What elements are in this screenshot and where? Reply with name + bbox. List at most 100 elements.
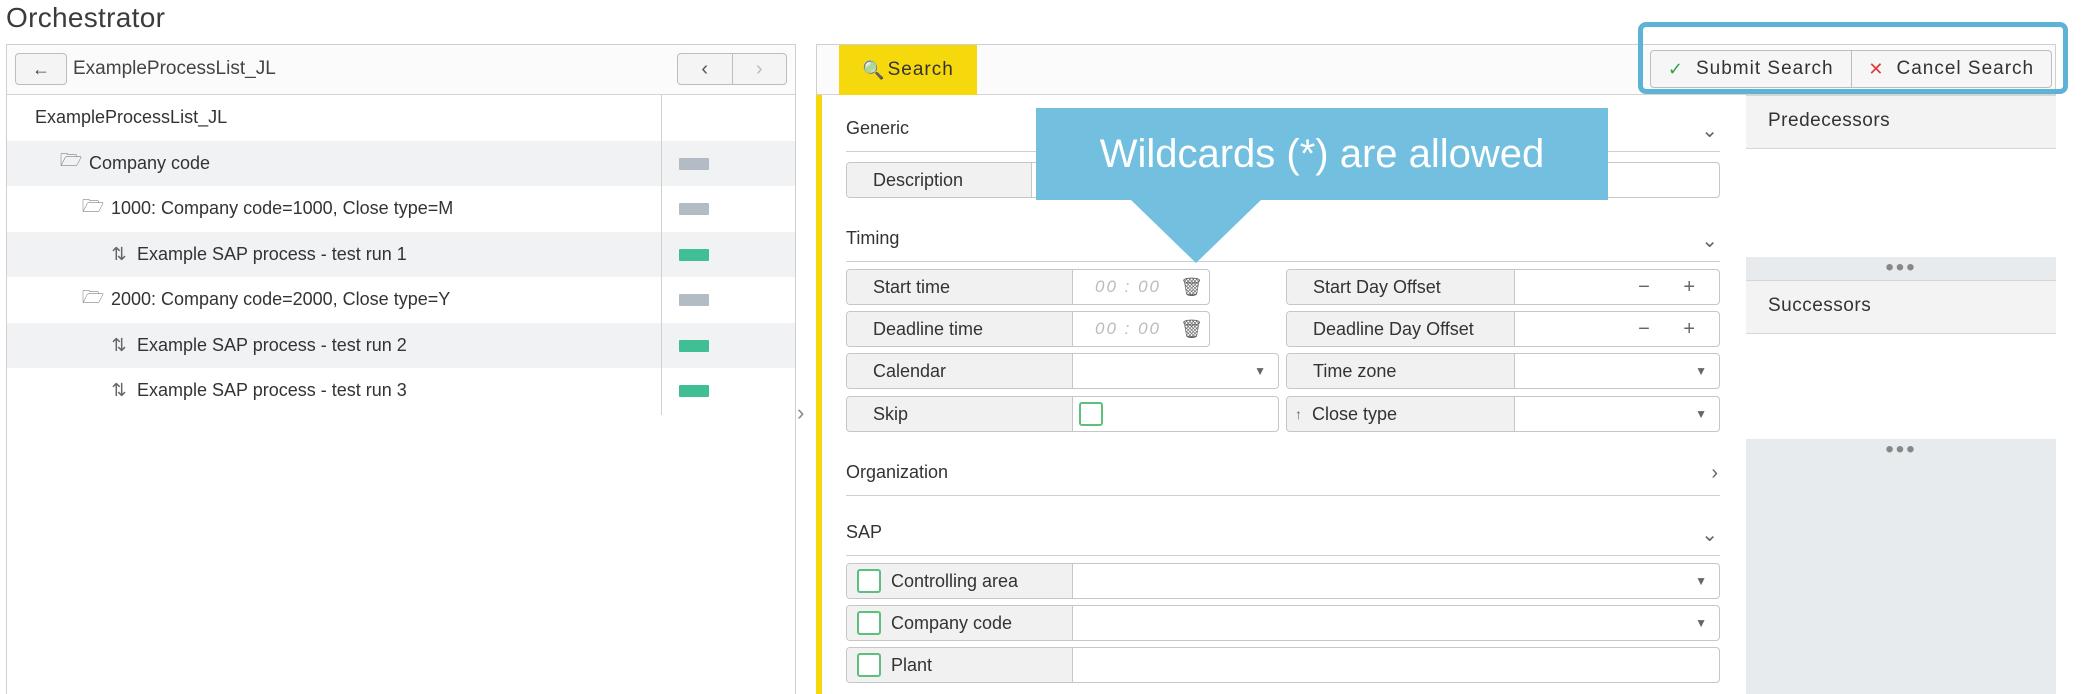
calendar-select[interactable]: ▼ bbox=[1073, 354, 1278, 388]
tooltip-arrow bbox=[1130, 199, 1262, 263]
previous-button[interactable]: ‹ bbox=[678, 54, 732, 84]
resize-handle[interactable]: ••• bbox=[1746, 438, 2056, 462]
tree-row-label: Company code bbox=[89, 152, 211, 173]
tree-column-divider bbox=[661, 95, 662, 415]
deadline-day-offset-field: Deadline Day Offset − + bbox=[1286, 311, 1720, 347]
pager-group: ‹ › bbox=[677, 53, 787, 85]
start-time-input[interactable]: 00 : 00 🗑 bbox=[1073, 270, 1209, 304]
time-placeholder: 00 : 00 bbox=[1095, 319, 1161, 338]
section-sap-label: SAP bbox=[846, 522, 883, 542]
controlling-area-select[interactable]: ▼ bbox=[1073, 564, 1719, 598]
section-organization[interactable]: Organization › bbox=[846, 462, 1720, 496]
controlling-area-checkbox[interactable] bbox=[857, 569, 881, 593]
caret-down-icon: ▼ bbox=[1695, 616, 1707, 630]
start-day-offset-field: Start Day Offset − + bbox=[1286, 269, 1720, 305]
close-icon: ✕ bbox=[1868, 58, 1885, 79]
caret-down-icon: ▼ bbox=[1695, 574, 1707, 588]
resize-handle[interactable]: ••• bbox=[1746, 256, 2056, 280]
caret-down-icon: ▼ bbox=[1695, 364, 1707, 378]
chevron-right-icon: › bbox=[1711, 462, 1718, 484]
successors-list bbox=[1746, 334, 2056, 439]
cancel-search-button[interactable]: ✕ Cancel Search bbox=[1850, 51, 2052, 87]
deadline-time-field: Deadline time 00 : 00 🗑 bbox=[846, 311, 1210, 347]
trash-icon[interactable]: 🗑 bbox=[1180, 319, 1203, 340]
tree-row[interactable]: ⇅ Example SAP process - test run 1 bbox=[7, 231, 795, 277]
description-label: Description bbox=[847, 163, 1032, 197]
chevron-down-icon: ⌄ bbox=[1701, 230, 1718, 252]
status-indicator bbox=[679, 385, 709, 397]
tree-row[interactable]: 🗁 2000: Company code=2000, Close type=Y bbox=[7, 277, 795, 323]
deadline-time-label: Deadline time bbox=[847, 312, 1073, 346]
status-indicator bbox=[679, 339, 709, 352]
check-icon: ✓ bbox=[1667, 58, 1684, 79]
chevron-down-icon: ⌄ bbox=[1701, 524, 1718, 546]
company-code-select[interactable]: ▼ bbox=[1073, 606, 1719, 640]
sort-icon: ↑ bbox=[1295, 406, 1302, 422]
close-type-label-text: Close type bbox=[1312, 403, 1398, 424]
next-button[interactable]: › bbox=[731, 54, 787, 84]
calendar-field: Calendar ▼ bbox=[846, 353, 1279, 389]
tab-search-label: Search bbox=[887, 59, 954, 80]
time-zone-field: Time zone ▼ bbox=[1286, 353, 1720, 389]
process-list-header: ← ExampleProcessList_JL ‹ › bbox=[7, 45, 795, 95]
time-placeholder: 00 : 00 bbox=[1095, 277, 1161, 296]
skip-checkbox[interactable] bbox=[1079, 402, 1103, 426]
company-code-text: Company code bbox=[891, 612, 1013, 633]
tree-row-label: ExampleProcessList_JL bbox=[35, 107, 228, 128]
deadline-day-offset-input[interactable]: − + bbox=[1515, 312, 1719, 346]
company-code-checkbox[interactable] bbox=[857, 611, 881, 635]
process-tree: ExampleProcessList_JL 🗁 Company code 🗁 1000:… bbox=[7, 95, 795, 414]
process-icon: ⇅ bbox=[111, 243, 127, 264]
app-title: Orchestrator bbox=[6, 2, 166, 33]
successors-header: Successors bbox=[1746, 280, 2056, 334]
process-icon: ⇅ bbox=[111, 380, 127, 401]
deadline-day-offset-label: Deadline Day Offset bbox=[1287, 312, 1515, 346]
plant-input[interactable] bbox=[1073, 648, 1719, 682]
close-type-select[interactable]: ▼ bbox=[1515, 397, 1719, 431]
close-type-field: ↑ Close type ▼ bbox=[1286, 396, 1720, 432]
tree-row[interactable]: ⇅ Example SAP process - test run 3 bbox=[7, 368, 795, 414]
stepper-icon[interactable]: − + bbox=[1638, 276, 1709, 299]
deadline-time-input[interactable]: 00 : 00 🗑 bbox=[1073, 312, 1209, 346]
back-button[interactable]: ← bbox=[15, 53, 67, 85]
skip-field: Skip bbox=[846, 396, 1279, 432]
tree-row-label: Example SAP process - test run 3 bbox=[137, 380, 407, 401]
plant-text: Plant bbox=[891, 654, 933, 675]
tab-search[interactable]: 🔍 Search bbox=[839, 45, 977, 95]
tree-row-label: Example SAP process - test run 2 bbox=[137, 334, 407, 355]
start-day-offset-input[interactable]: − + bbox=[1515, 270, 1719, 304]
trash-icon[interactable]: 🗑 bbox=[1180, 277, 1203, 298]
wildcard-tooltip: Wildcards (*) are allowed bbox=[1036, 108, 1608, 200]
section-sap[interactable]: SAP ⌄ bbox=[846, 522, 1720, 556]
section-timing[interactable]: Timing ⌄ bbox=[846, 228, 1720, 262]
process-icon: ⇅ bbox=[111, 334, 127, 355]
tree-row[interactable]: ⇅ Example SAP process - test run 2 bbox=[7, 322, 795, 368]
folder-icon: 🗁 bbox=[81, 195, 105, 216]
chevron-down-icon: ⌄ bbox=[1701, 120, 1718, 142]
stepper-icon[interactable]: − + bbox=[1638, 318, 1709, 341]
start-time-label: Start time bbox=[847, 270, 1073, 304]
plant-checkbox[interactable] bbox=[857, 653, 881, 677]
status-indicator bbox=[679, 248, 709, 261]
section-timing-label: Timing bbox=[846, 228, 900, 248]
start-time-field: Start time 00 : 00 🗑 bbox=[846, 269, 1210, 305]
dependencies-panel: Predecessors ••• Successors ••• bbox=[1746, 95, 2056, 694]
predecessors-list bbox=[1746, 149, 2056, 257]
plant-field: Plant bbox=[846, 647, 1720, 683]
calendar-label: Calendar bbox=[847, 354, 1073, 388]
panel-collapse-handle[interactable]: › bbox=[797, 400, 811, 426]
tree-row[interactable]: 🗁 1000: Company code=1000, Close type=M bbox=[7, 186, 795, 232]
tree-row[interactable]: 🗁 Company code bbox=[7, 140, 795, 186]
time-zone-select[interactable]: ▼ bbox=[1515, 354, 1719, 388]
skip-label: Skip bbox=[847, 397, 1073, 431]
controlling-area-label: Controlling area bbox=[847, 564, 1073, 598]
status-indicator bbox=[679, 294, 709, 306]
caret-down-icon: ▼ bbox=[1695, 407, 1707, 421]
tree-row[interactable]: ExampleProcessList_JL bbox=[7, 95, 795, 141]
close-type-label[interactable]: ↑ Close type bbox=[1287, 397, 1515, 431]
caret-down-icon: ▼ bbox=[1254, 364, 1266, 378]
time-zone-label: Time zone bbox=[1287, 354, 1515, 388]
process-list-panel: ← ExampleProcessList_JL ‹ › ExampleProce… bbox=[6, 44, 796, 694]
submit-search-button[interactable]: ✓ Submit Search bbox=[1651, 51, 1851, 87]
section-generic-label: Generic bbox=[846, 118, 910, 138]
